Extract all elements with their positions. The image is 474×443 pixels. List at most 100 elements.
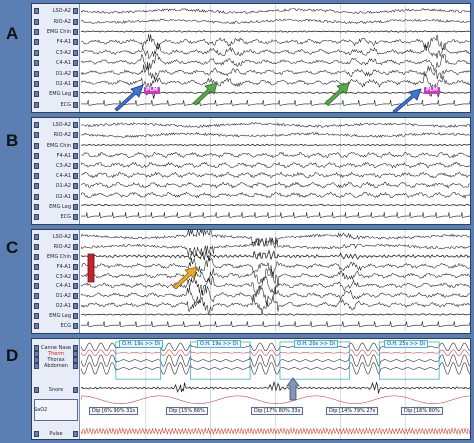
channel-menu-icon[interactable] xyxy=(73,142,78,149)
channel-row[interactable]: RIO-A2 xyxy=(32,130,80,140)
channel-menu-icon[interactable] xyxy=(73,152,78,159)
channel-menu-icon[interactable] xyxy=(73,283,78,290)
channel-label: ECG xyxy=(60,213,71,220)
channel-menu-icon[interactable] xyxy=(73,431,78,437)
channel-label: C4-A1 xyxy=(56,173,71,180)
channel-label: LSO-A2 xyxy=(52,8,71,15)
channel-row[interactable]: EMG Leg xyxy=(32,89,80,99)
desaturation-dip-tag[interactable]: Dip [16% 80% xyxy=(401,407,443,415)
channel-label: LSO-A2 xyxy=(52,233,71,240)
channel-row[interactable]: O1-A2 xyxy=(32,291,80,301)
channel-menu-icon[interactable] xyxy=(73,253,78,260)
channel-row[interactable]: LSO-A2 xyxy=(32,232,80,242)
channel-menu-icon[interactable] xyxy=(73,233,78,240)
channel-list: LSO-A2 RIO-A2 EMG Chin F4-A1 C3-A2 C4-A1 O1-A2… xyxy=(32,118,80,224)
channel-row[interactable]: EMG Chin xyxy=(32,27,80,37)
channel-row[interactable]: C3-A2 xyxy=(32,272,80,282)
channel-row[interactable]: RIO-A2 xyxy=(32,242,80,252)
desaturation-dip-tag[interactable]: Dip [17% 80% 33s xyxy=(251,407,304,415)
channel-menu-icon[interactable] xyxy=(73,91,78,98)
channel-row[interactable]: C4-A1 xyxy=(32,58,80,68)
channel-row[interactable]: Snore xyxy=(32,385,80,395)
channel-menu-icon[interactable] xyxy=(73,101,78,108)
channel-row[interactable]: C4-A1 xyxy=(32,171,80,181)
channel-row[interactable]: SaO2 xyxy=(32,399,80,421)
channel-row[interactable]: ECG xyxy=(32,212,80,222)
channel-menu-icon[interactable] xyxy=(73,363,78,369)
eeg-traces xyxy=(81,118,470,223)
channel-row[interactable]: F4-A1 xyxy=(32,151,80,161)
channel-menu-icon[interactable] xyxy=(73,213,78,220)
channel-label: Snore xyxy=(48,387,64,393)
channel-row[interactable]: O1-A2 xyxy=(32,181,80,191)
channel-menu-icon[interactable] xyxy=(73,122,78,129)
hypopnea-event-tag[interactable]: O.H. 20s >> Di xyxy=(294,340,338,348)
channel-menu-icon[interactable] xyxy=(73,313,78,320)
channel-menu-icon[interactable] xyxy=(73,263,78,270)
channel-menu-icon[interactable] xyxy=(73,132,78,139)
channel-menu-icon[interactable] xyxy=(73,8,78,15)
desaturation-dip-tag[interactable]: Dip [14% 79% 27s xyxy=(326,407,379,415)
channel-menu-icon[interactable] xyxy=(73,387,78,393)
channel-row[interactable]: F4-A1 xyxy=(32,37,80,47)
channel-menu-icon[interactable] xyxy=(73,39,78,46)
channel-row[interactable]: RIO-A2 xyxy=(32,17,80,27)
channel-menu-icon[interactable] xyxy=(73,323,78,330)
channel-label: C4-A1 xyxy=(56,60,71,67)
channel-row[interactable]: O2-A1 xyxy=(32,301,80,311)
channel-menu-icon[interactable] xyxy=(73,162,78,169)
channel-label: Pulse xyxy=(49,431,63,437)
channel-row[interactable]: C4-A1 xyxy=(32,281,80,291)
channel-row[interactable]: LSO-A2 xyxy=(32,6,80,16)
channel-row[interactable]: EMG Leg xyxy=(32,311,80,321)
channel-row[interactable]: EMG Chin xyxy=(32,141,80,151)
channel-label: O1-A2 xyxy=(55,293,71,300)
channel-menu-icon[interactable] xyxy=(73,81,78,87)
channel-row[interactable]: Abdomen xyxy=(32,361,80,371)
channel-row[interactable]: ECG xyxy=(32,321,80,331)
channel-menu-icon[interactable] xyxy=(73,193,78,200)
channel-menu-icon[interactable] xyxy=(73,18,78,25)
channel-menu-icon[interactable] xyxy=(73,70,78,77)
channel-row[interactable]: O2-A1 xyxy=(32,79,80,89)
desaturation-dip-tag[interactable]: Dip [15% 86% xyxy=(166,407,208,415)
channel-row[interactable]: EMG Chin xyxy=(32,252,80,262)
channel-menu-icon[interactable] xyxy=(73,173,78,180)
channel-label: F4-A1 xyxy=(56,152,71,159)
channel-row[interactable]: LSO-A2 xyxy=(32,120,80,130)
channel-label: C3-A2 xyxy=(56,49,71,56)
channel-label: C3-A2 xyxy=(56,273,71,280)
channel-menu-icon[interactable] xyxy=(73,29,78,35)
channel-label: EMG Chin xyxy=(46,29,71,35)
hypopnea-event-tag[interactable]: O.H. 19s >> Di xyxy=(119,340,163,348)
arrow-blue-icon xyxy=(392,88,422,114)
channel-row[interactable]: EMG Leg xyxy=(32,202,80,212)
channel-row[interactable]: O1-A2 xyxy=(32,69,80,79)
channel-menu-icon[interactable] xyxy=(73,243,78,250)
hypopnea-event-tag[interactable]: O.H. 25s >> Di xyxy=(384,340,428,348)
channel-label: F4-A1 xyxy=(56,263,71,270)
channel-menu-icon[interactable] xyxy=(73,303,78,310)
desaturation-dip-tag[interactable]: Dip [6% 90% 31s xyxy=(89,407,139,415)
channel-menu-icon[interactable] xyxy=(73,203,78,210)
plm-event-tag[interactable]: PLM xyxy=(144,87,160,94)
channel-row[interactable]: F4-A1 xyxy=(32,262,80,272)
channel-row[interactable]: C3-A2 xyxy=(32,161,80,171)
panel-d: Canne Nase Therm Thorax Abdomen Snore SaO2 Pul… xyxy=(31,338,471,440)
channel-row[interactable]: C3-A2 xyxy=(32,48,80,58)
hypopnea-event-tag[interactable]: O.H. 19s >> Di xyxy=(197,340,241,348)
trace-area xyxy=(81,118,470,224)
arrow-green-icon xyxy=(324,82,350,106)
channel-label: O2-A1 xyxy=(55,193,71,200)
channel-label: EMG Chin xyxy=(46,142,71,149)
channel-menu-icon[interactable] xyxy=(73,293,78,300)
channel-label: O1-A2 xyxy=(55,70,71,77)
channel-menu-icon[interactable] xyxy=(73,49,78,56)
channel-menu-icon[interactable] xyxy=(73,183,78,190)
channel-menu-icon[interactable] xyxy=(73,273,78,280)
channel-row[interactable]: O2-A1 xyxy=(32,192,80,202)
plm-event-tag[interactable]: PLM xyxy=(424,87,440,94)
channel-menu-icon[interactable] xyxy=(73,60,78,67)
channel-row[interactable]: ECG xyxy=(32,100,80,110)
channel-row[interactable]: Pulse xyxy=(32,429,80,439)
